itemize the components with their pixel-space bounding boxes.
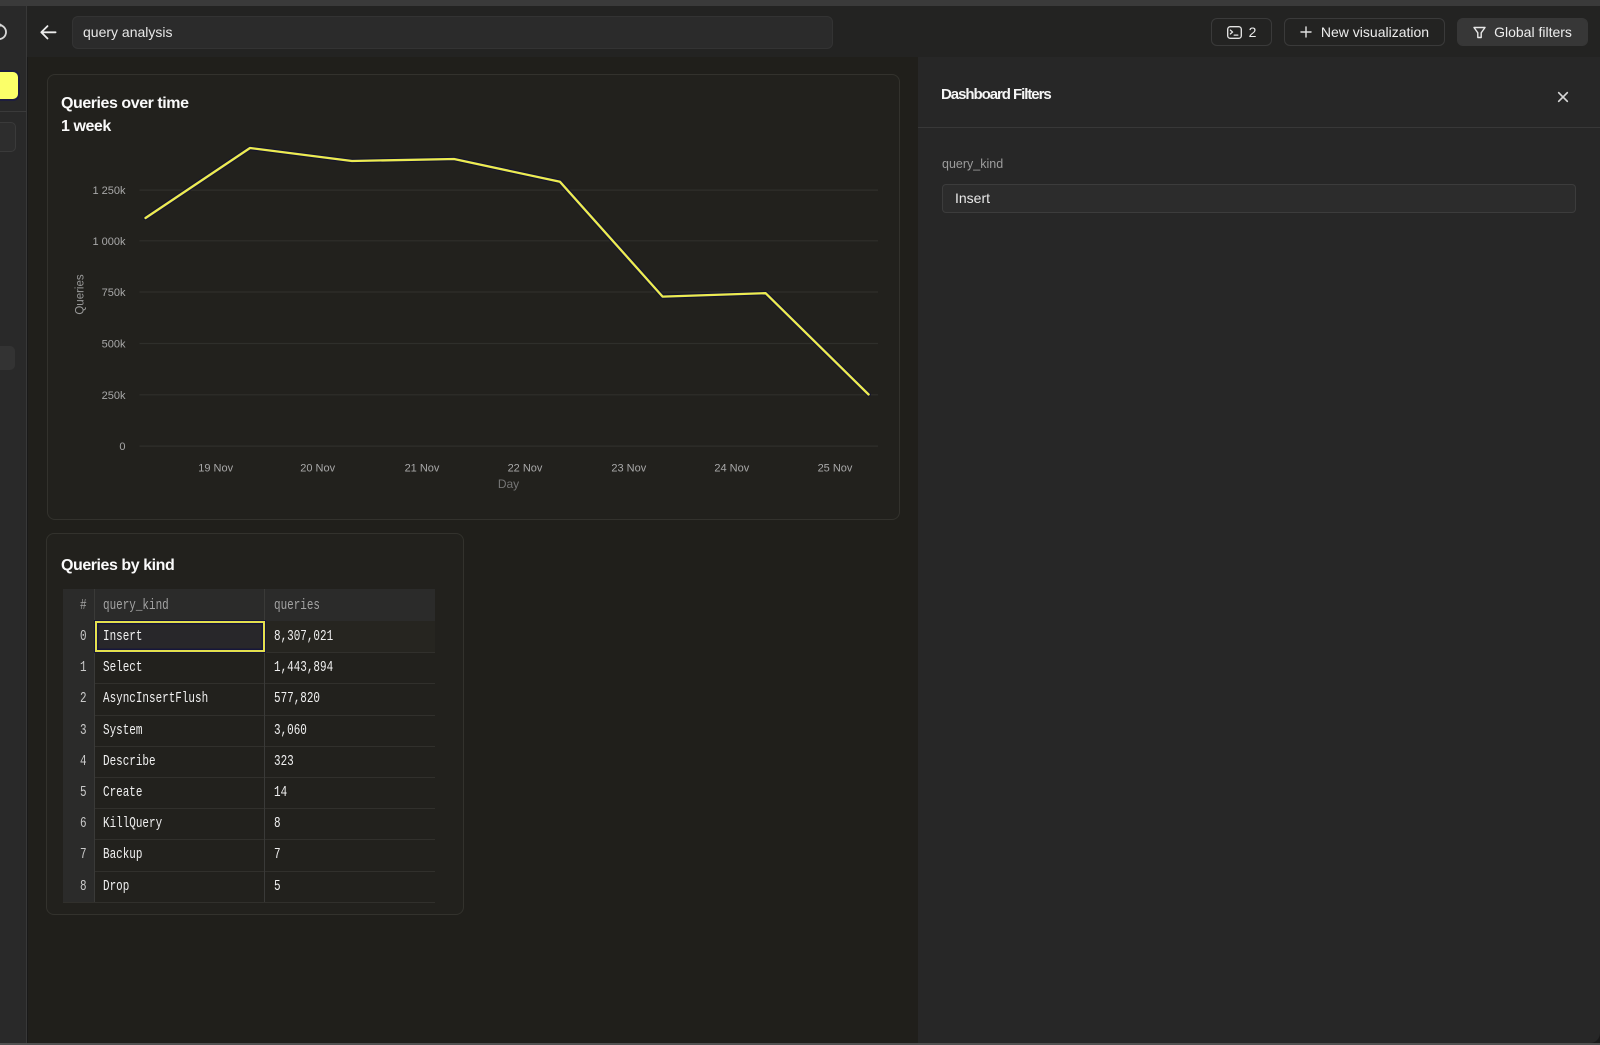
svg-text:1 250k: 1 250k: [92, 185, 126, 197]
svg-text:0: 0: [119, 441, 125, 453]
svg-text:750k: 750k: [102, 287, 126, 299]
svg-text:24 Nov: 24 Nov: [714, 463, 749, 475]
svg-text:20 Nov: 20 Nov: [300, 463, 335, 475]
svg-text:250k: 250k: [102, 390, 126, 402]
svg-text:500k: 500k: [102, 339, 126, 351]
svg-text:Queries: Queries: [74, 274, 86, 315]
svg-text:1 000k: 1 000k: [92, 236, 126, 248]
svg-text:25 Nov: 25 Nov: [818, 463, 853, 475]
svg-text:19 Nov: 19 Nov: [198, 463, 233, 475]
svg-text:Day: Day: [498, 477, 519, 491]
svg-text:23 Nov: 23 Nov: [611, 463, 646, 475]
svg-text:21 Nov: 21 Nov: [405, 463, 440, 475]
svg-text:22 Nov: 22 Nov: [508, 463, 543, 475]
